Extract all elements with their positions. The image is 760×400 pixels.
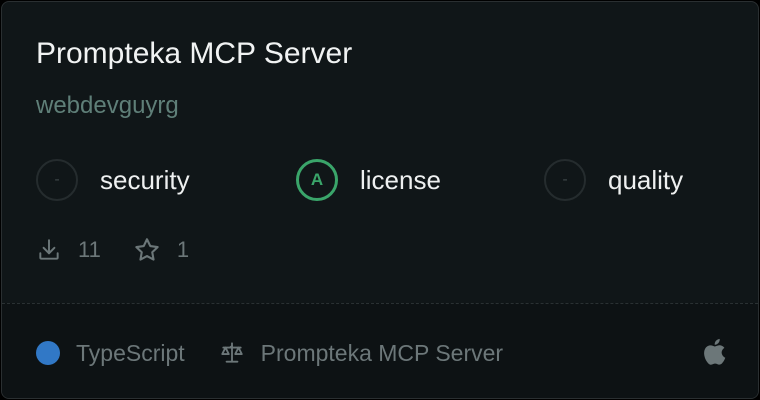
security-label: security (100, 164, 190, 195)
score-security[interactable]: - security (36, 157, 190, 203)
license-name: Prompteka MCP Server (260, 339, 504, 366)
language-name: TypeScript (76, 339, 185, 366)
score-license[interactable]: A license (296, 157, 441, 203)
score-quality[interactable]: - quality (544, 157, 683, 203)
scale-icon (220, 342, 243, 363)
stats-row: 11 1 (36, 235, 221, 265)
stars-stat: 1 (133, 236, 189, 264)
server-title[interactable]: Prompteka MCP Server (36, 36, 352, 72)
quality-label: quality (608, 164, 684, 195)
score-row: - security A license - quality (2, 157, 758, 203)
star-icon (135, 238, 159, 261)
license-label: license (360, 164, 441, 195)
card-footer: TypeScript Prompteka MCP Server (2, 303, 758, 398)
stars-count: 1 (176, 237, 190, 262)
download-icon (39, 239, 59, 260)
author-name[interactable]: webdevguyrg (36, 90, 179, 122)
footer-meta: TypeScript Prompteka MCP Server (36, 338, 503, 368)
downloads-stat: 11 (36, 237, 101, 263)
security-grade-badge: - (36, 159, 78, 201)
quality-grade-badge: - (544, 159, 586, 201)
apple-icon (704, 338, 726, 365)
downloads-count: 11 (78, 237, 101, 262)
license-grade-badge: A (296, 159, 338, 201)
server-card[interactable]: Prompteka MCP Server webdevguyrg - secur… (1, 1, 759, 399)
language-color-dot (36, 341, 60, 365)
